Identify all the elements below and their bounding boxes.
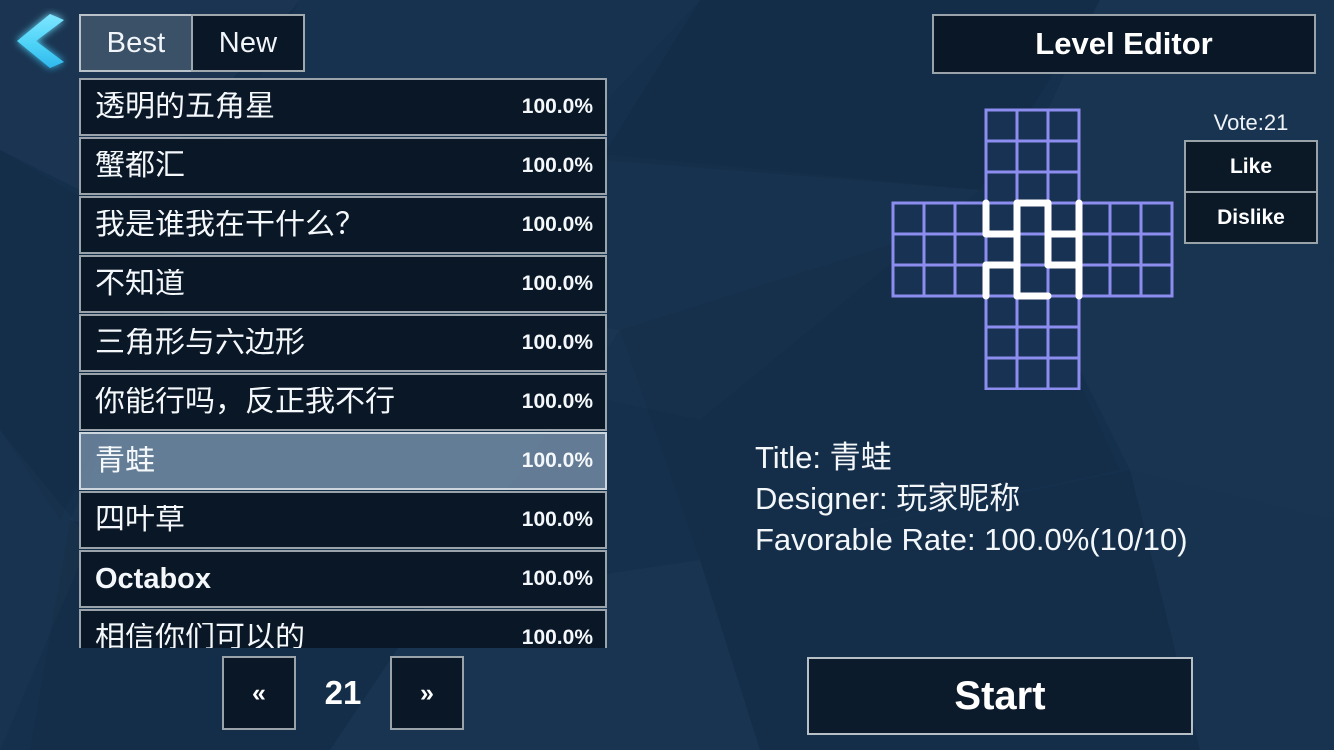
dislike-button[interactable]: Dislike [1184, 191, 1318, 244]
next-page-button[interactable]: » [390, 656, 464, 730]
level-row[interactable]: Octabox 100.0% [79, 550, 607, 608]
level-preview [880, 100, 1180, 391]
level-row-title: 相信你们可以的 [95, 623, 305, 648]
vote-panel: Vote:21 Like Dislike [1184, 112, 1318, 244]
dislike-label: Dislike [1217, 205, 1285, 229]
level-row-title: 我是谁我在干什么？ [95, 210, 365, 240]
pagination: « 21 » [79, 654, 607, 732]
level-row-rate: 100.0% [521, 626, 593, 648]
level-preview-grid [891, 108, 1174, 391]
prev-page-label: « [252, 678, 266, 707]
level-row-title: 三角形与六边形 [95, 328, 305, 358]
level-row[interactable]: 我是谁我在干什么？ 100.0% [79, 196, 607, 254]
level-row[interactable]: 你能行吗，反正我不行 100.0% [79, 373, 607, 431]
level-row[interactable]: 青蛙 100.0% [79, 432, 607, 490]
tab-best[interactable]: Best [79, 14, 193, 72]
back-chevron-icon[interactable] [6, 8, 78, 74]
page-number: 21 [324, 674, 362, 711]
level-row-rate: 100.0% [521, 331, 593, 354]
level-row-rate: 100.0% [521, 95, 593, 118]
level-row-title: 青蛙 [95, 446, 155, 476]
level-row[interactable]: 蟹都汇 100.0% [79, 137, 607, 195]
level-row-title: 蟹都汇 [95, 151, 185, 181]
level-row-title: Octabox [95, 564, 212, 594]
level-list[interactable]: 透明的五角星 100.0% 蟹都汇 100.0% 我是谁我在干什么？ 100.0% 不知道 1… [79, 78, 607, 648]
level-editor-button[interactable]: Level Editor [932, 14, 1316, 74]
level-info: Title: 青蛙 Designer: 玩家昵称 Favorable Rate:… [755, 437, 1188, 560]
tab-new[interactable]: New [191, 14, 305, 72]
tab-new-label: New [218, 26, 278, 59]
prev-page-button[interactable]: « [222, 656, 296, 730]
level-row-title: 四叶草 [95, 505, 185, 535]
level-row-rate: 100.0% [521, 154, 593, 177]
level-row-title: 你能行吗，反正我不行 [95, 387, 395, 417]
level-row-rate: 100.0% [521, 567, 593, 590]
level-row-rate: 100.0% [521, 272, 593, 295]
start-button[interactable]: Start [807, 657, 1193, 735]
level-row[interactable]: 四叶草 100.0% [79, 491, 607, 549]
level-editor-label: Level Editor [1035, 26, 1213, 61]
level-row-rate: 100.0% [521, 508, 593, 531]
level-title-line: Title: 青蛙 [755, 440, 892, 475]
level-row-rate: 100.0% [521, 390, 593, 413]
level-row-rate: 100.0% [521, 213, 593, 236]
level-row[interactable]: 相信你们可以的 100.0% [79, 609, 607, 648]
like-label: Like [1229, 154, 1273, 178]
sort-tabs: Best New [79, 14, 305, 72]
level-row[interactable]: 透明的五角星 100.0% [79, 78, 607, 136]
level-rate-line: Favorable Rate: 100.0%(10/10) [755, 522, 1188, 557]
level-row-title: 不知道 [95, 269, 185, 299]
tab-best-label: Best [106, 26, 166, 59]
like-button[interactable]: Like [1184, 140, 1318, 193]
next-page-label: » [420, 678, 434, 707]
start-label: Start [954, 673, 1046, 718]
vote-count: Vote:21 [1213, 110, 1289, 135]
level-row-rate: 100.0% [521, 449, 593, 472]
level-row-title: 透明的五角星 [95, 92, 275, 122]
level-row[interactable]: 三角形与六边形 100.0% [79, 314, 607, 372]
level-designer-line: Designer: 玩家昵称 [755, 481, 1021, 516]
level-row[interactable]: 不知道 100.0% [79, 255, 607, 313]
